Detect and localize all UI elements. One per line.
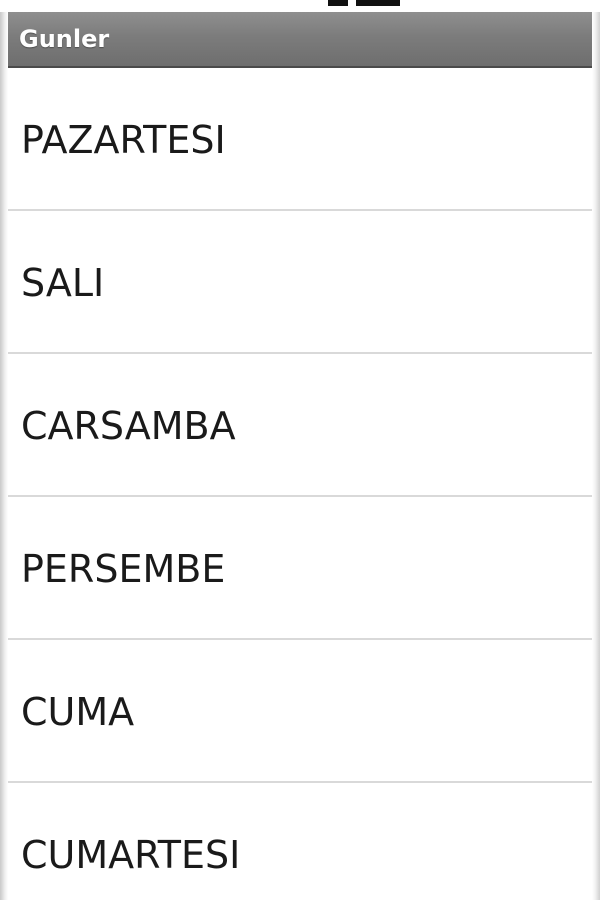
window-right-edge	[592, 12, 600, 900]
status-bar	[0, 0, 600, 12]
status-battery-icon	[356, 0, 400, 6]
list-item-carsamba[interactable]: CARSAMBA	[8, 354, 592, 497]
status-signal-icon	[328, 0, 348, 6]
title-bar: Gunler	[8, 12, 592, 68]
list-item-sali[interactable]: SALI	[8, 211, 592, 354]
page-title: Gunler	[19, 25, 110, 53]
list-item-persembe[interactable]: PERSEMBE	[8, 497, 592, 640]
list-item-label: PERSEMBE	[21, 547, 226, 591]
app-screen: Gunler PAZARTESI SALI CARSAMBA PERSEMBE …	[0, 0, 600, 900]
list-item-label: CUMARTESI	[21, 833, 241, 877]
list-item-cuma[interactable]: CUMA	[8, 640, 592, 783]
list-item-label: PAZARTESI	[21, 118, 226, 162]
list-item-label: CARSAMBA	[21, 404, 236, 448]
list-item-label: CUMA	[21, 690, 135, 734]
list-item-label: SALI	[21, 261, 105, 305]
list-item-cumartesi[interactable]: CUMARTESI	[8, 783, 592, 900]
days-list: PAZARTESI SALI CARSAMBA PERSEMBE CUMA CU…	[8, 68, 592, 900]
list-item-pazartesi[interactable]: PAZARTESI	[8, 68, 592, 211]
window-left-edge	[0, 12, 8, 900]
